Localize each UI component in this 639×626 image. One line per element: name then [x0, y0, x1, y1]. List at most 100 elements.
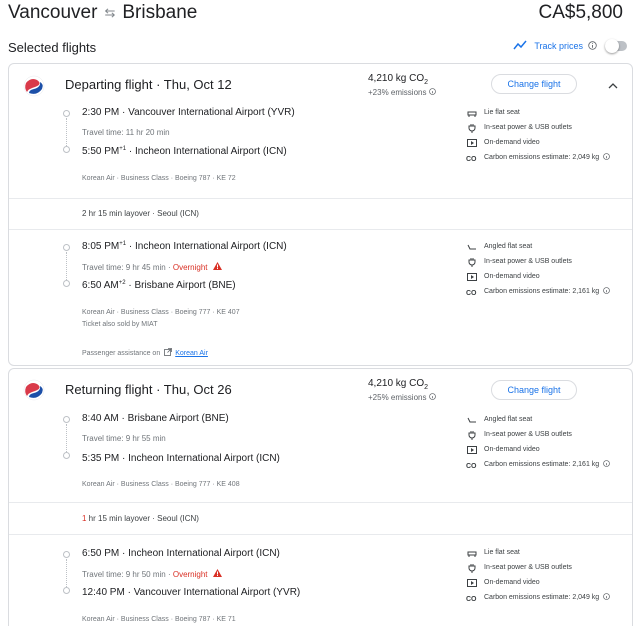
korean-air-logo-icon: [23, 379, 45, 401]
leg-arrival: 5:35 PM · Incheon International Airport …: [82, 453, 280, 464]
stop-dot: [63, 110, 70, 117]
trending-line-icon: [513, 40, 527, 52]
change-departing-flight-button[interactable]: Change flight: [491, 74, 577, 94]
arrival-airport: Incheon International Airport (ICN): [134, 146, 287, 157]
angled-seat-icon: [466, 415, 478, 425]
flight-details: Korean Air · Business Class · Boeing 787…: [82, 175, 236, 182]
amenity-text: On-demand video: [484, 579, 540, 586]
returning-flight-card: Returning flight · Thu, Oct 26 4,210 kg …: [8, 368, 633, 626]
amenity-text: Lie flat seat: [484, 549, 520, 556]
chevron-up-icon[interactable]: [607, 79, 619, 91]
korean-air-link[interactable]: Korean Air: [175, 350, 208, 357]
leg-departure: 8:40 AM · Brisbane Airport (BNE): [82, 413, 229, 424]
track-prices-control[interactable]: Track prices: [513, 39, 627, 53]
title-separator: ·: [156, 77, 164, 92]
divider: [9, 229, 632, 230]
amenity-text: In-seat power & USB outlets: [484, 124, 572, 131]
assistance-label: Passenger assistance on: [82, 349, 161, 357]
travel-time: Travel time: 11 hr 20 min: [82, 128, 170, 137]
track-prices-toggle[interactable]: [605, 39, 627, 53]
amenity-text: Lie flat seat: [484, 109, 520, 116]
svg-text:CO: CO: [466, 290, 477, 296]
amenity-item: CO Carbon emissions estimate: 2,049 kg: [466, 590, 610, 605]
emissions-value: 4,210 kg CO: [368, 73, 425, 84]
stop-dot: [63, 244, 70, 251]
departure-airport: Brisbane Airport (BNE): [127, 413, 229, 424]
info-icon[interactable]: [603, 287, 610, 296]
day-offset: +2: [118, 280, 126, 286]
amenity-item: Lie flat seat: [466, 545, 610, 560]
ticket-sold-by: Ticket also sold by MIAT: [82, 321, 158, 328]
info-icon[interactable]: [588, 40, 597, 52]
flight-details: Korean Air · Business Class · Boeing 777…: [82, 481, 240, 488]
leg-departure: 6:50 PM · Incheon International Airport …: [82, 548, 280, 559]
info-icon[interactable]: [603, 593, 610, 602]
departure-time: 6:50 PM: [82, 548, 120, 559]
info-icon[interactable]: [428, 393, 436, 400]
korean-air-logo-icon: [23, 75, 45, 97]
departing-emissions: 4,210 kg CO2 +23% emissions: [368, 73, 436, 97]
amenity-text: On-demand video: [484, 273, 540, 280]
itinerary-line: [66, 118, 67, 146]
separator: ·: [165, 262, 173, 272]
departure-airport: Incheon International Airport (ICN): [134, 241, 287, 252]
video-icon: [466, 272, 478, 282]
header: Vancouver ⇆ Brisbane CA$5,800: [8, 2, 631, 28]
leg-departure: 8:05 PM+1 · Incheon International Airpor…: [82, 241, 287, 252]
leg-departure: 2:30 PM · Vancouver International Airpor…: [82, 107, 295, 118]
amenity-text: Angled flat seat: [484, 243, 533, 250]
travel-time-row: Travel time: 9 hr 50 min · Overnight: [82, 569, 222, 579]
travel-time-row: Travel time: 9 hr 45 min · Overnight: [82, 262, 222, 272]
co2-subscript: 2: [424, 79, 429, 86]
arrival-airport: Vancouver International Airport (YVR): [133, 587, 301, 598]
itinerary-line: [66, 252, 67, 280]
departure-time: 8:05 PM: [82, 241, 120, 252]
origin-city: Vancouver: [8, 2, 98, 23]
stop-dot: [63, 416, 70, 423]
co2-icon: CO: [466, 287, 478, 297]
overnight-label: Overnight: [172, 262, 208, 272]
change-returning-flight-button[interactable]: Change flight: [491, 380, 577, 400]
amenity-item: CO Carbon emissions estimate: 2,161 kg: [466, 457, 610, 472]
travel-time: Travel time: 9 hr 55 min: [82, 434, 166, 443]
power-plug-icon: [466, 563, 478, 573]
amenity-text: In-seat power & USB outlets: [484, 564, 572, 571]
leg-arrival: 6:50 AM+2 · Brisbane Airport (BNE): [82, 280, 236, 291]
amenity-text: Carbon emissions estimate: 2,161 kg: [484, 288, 600, 295]
departure-airport: Vancouver International Airport (YVR): [128, 107, 295, 118]
arrival-time: 5:35 PM: [82, 453, 120, 464]
svg-text:CO: CO: [466, 156, 477, 162]
amenity-item: Angled flat seat: [466, 239, 610, 254]
video-icon: [466, 578, 478, 588]
amenity-text: Angled flat seat: [484, 416, 533, 423]
info-icon[interactable]: [603, 153, 610, 162]
amenity-text: On-demand video: [484, 139, 540, 146]
departing-flight-card: Departing flight · Thu, Oct 12 4,210 kg …: [8, 63, 633, 366]
departing-date: Thu, Oct 12: [163, 77, 232, 92]
external-link-icon: [164, 348, 173, 358]
power-plug-icon: [466, 430, 478, 440]
amenities-list: Angled flat seat In-seat power & USB out…: [466, 412, 610, 472]
svg-text:CO: CO: [466, 596, 477, 602]
seat-icon: [466, 548, 478, 558]
info-icon[interactable]: [428, 88, 436, 95]
amenities-list: Angled flat seat In-seat power & USB out…: [466, 239, 610, 299]
emissions-percent: +25% emissions: [368, 393, 436, 402]
amenity-item: On-demand video: [466, 575, 610, 590]
info-icon[interactable]: [603, 460, 610, 469]
amenity-item: In-seat power & USB outlets: [466, 120, 610, 135]
amenity-item: On-demand video: [466, 269, 610, 284]
divider: [9, 502, 632, 503]
divider: [9, 198, 632, 199]
arrival-time: 5:50 PM: [82, 146, 120, 157]
co2-icon: CO: [466, 153, 478, 163]
video-icon: [466, 445, 478, 455]
overnight-label: Overnight: [172, 569, 208, 579]
seat-icon: [466, 108, 478, 118]
stop-dot: [63, 551, 70, 558]
flight-details: Korean Air · Business Class · Boeing 787…: [82, 616, 236, 623]
amenity-text: Carbon emissions estimate: 2,049 kg: [484, 154, 600, 161]
power-plug-icon: [466, 257, 478, 267]
amenity-item: CO Carbon emissions estimate: 2,161 kg: [466, 284, 610, 299]
amenity-text: In-seat power & USB outlets: [484, 258, 572, 265]
